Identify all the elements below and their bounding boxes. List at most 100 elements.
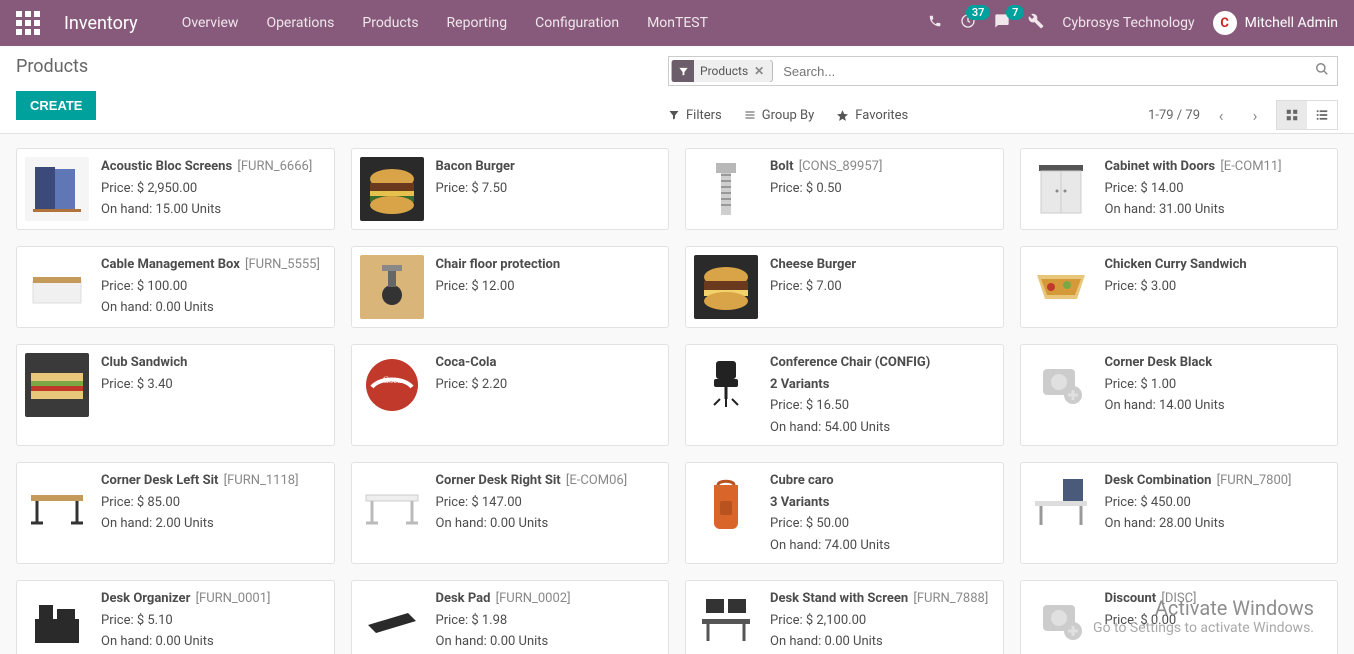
product-thumb [1029, 157, 1093, 221]
product-card[interactable]: Club SandwichPrice: $ 3.40 [16, 344, 335, 446]
product-price: Price: $ 100.00 [101, 277, 320, 297]
menu-reporting[interactable]: Reporting [447, 15, 508, 31]
debug-icon[interactable] [1028, 13, 1044, 33]
app-brand: Inventory [64, 13, 138, 34]
list-view-icon[interactable] [1307, 101, 1337, 129]
product-card[interactable]: Desk Organizer [FURN_0001]Price: $ 5.10O… [16, 580, 335, 654]
product-card[interactable]: Corner Desk BlackPrice: $ 1.00On hand: 1… [1020, 344, 1339, 446]
menu-montest[interactable]: MonTEST [647, 15, 708, 31]
company-name[interactable]: Cybrosys Technology [1062, 15, 1194, 31]
product-code: [FURN_1118] [224, 473, 299, 488]
product-code: [FURN_6666] [237, 159, 312, 174]
product-code: [FURN_0001] [196, 591, 271, 606]
product-thumb [360, 255, 424, 319]
product-thumb [360, 471, 424, 535]
pager-text: 1-79 / 79 [1148, 108, 1200, 123]
product-onhand: On hand: 0.00 Units [436, 632, 571, 652]
product-card[interactable]: Cabinet with Doors [E-COM11]Price: $ 14.… [1020, 148, 1339, 230]
product-card[interactable]: Discount [DISC]Price: $ 0.00 [1020, 580, 1339, 654]
search-input[interactable] [775, 57, 1307, 85]
product-thumb [25, 353, 89, 417]
menu-overview[interactable]: Overview [182, 15, 239, 31]
product-price: Price: $ 7.50 [436, 179, 515, 199]
product-card[interactable]: Chair floor protectionPrice: $ 12.00 [351, 246, 670, 328]
product-onhand: On hand: 74.00 Units [770, 536, 890, 556]
product-card[interactable]: Acoustic Bloc Screens [FURN_6666]Price: … [16, 148, 335, 230]
product-code: [FURN_7800] [1217, 473, 1292, 488]
activities-badge: 37 [966, 5, 991, 20]
search-icon[interactable] [1307, 62, 1337, 80]
product-name: Bacon Burger [436, 159, 515, 174]
product-card[interactable]: Desk Stand with Screen [FURN_7888]Price:… [685, 580, 1004, 654]
product-name: Desk Combination [1105, 473, 1212, 488]
pager-prev-icon[interactable]: ‹ [1208, 102, 1234, 128]
favorites-button[interactable]: Favorites [836, 108, 908, 123]
product-card[interactable]: Cheese BurgerPrice: $ 7.00 [685, 246, 1004, 328]
product-price: Price: $ 3.40 [101, 375, 187, 395]
page-title: Products [16, 56, 96, 77]
product-card[interactable]: Cubre caro 3 VariantsPrice: $ 50.00On han… [685, 462, 1004, 564]
product-card[interactable]: Corner Desk Right Sit [E-COM06]Price: $ … [351, 462, 670, 564]
menu-configuration[interactable]: Configuration [535, 15, 619, 31]
product-card[interactable]: Desk Combination [FURN_7800] Price: $ 450… [1020, 462, 1339, 564]
main-menu: Overview Operations Products Reporting C… [182, 15, 708, 31]
phone-icon[interactable] [928, 14, 942, 32]
messages-icon[interactable]: 7 [994, 13, 1010, 33]
product-thumb [694, 353, 758, 417]
product-price: Price: $ 2,100.00 [770, 611, 988, 631]
product-code: [E-COM11] [1220, 159, 1281, 174]
product-card[interactable]: Cable Management Box [FURN_5555]Price: $… [16, 246, 335, 328]
product-thumb [25, 589, 89, 653]
product-name: Cubre caro [770, 473, 834, 488]
product-thumb [1029, 471, 1093, 535]
product-name: Desk Pad [436, 591, 491, 606]
user-menu[interactable]: C Mitchell Admin [1213, 11, 1338, 35]
view-switcher [1276, 100, 1338, 130]
create-button[interactable]: CREATE [16, 91, 96, 120]
menu-products[interactable]: Products [362, 15, 418, 31]
product-onhand: On hand: 28.00 Units [1105, 514, 1292, 534]
control-bar: Products CREATE Products ✕ [0, 46, 1354, 134]
product-thumb [1029, 353, 1093, 417]
apps-icon[interactable] [16, 11, 40, 35]
groupby-button[interactable]: Group By [744, 108, 815, 123]
product-price: Price: $ 450.00 [1105, 493, 1292, 513]
product-name: Cabinet with Doors [1105, 159, 1216, 174]
product-card[interactable]: Bolt [CONS_89957]Price: $ 0.50 [685, 148, 1004, 230]
chip-remove-icon[interactable]: ✕ [754, 64, 764, 78]
product-thumb [25, 471, 89, 535]
product-name: Corner Desk Right Sit [436, 473, 561, 488]
chip-label: Products [700, 64, 748, 78]
menu-operations[interactable]: Operations [266, 15, 334, 31]
avatar: C [1213, 11, 1237, 35]
product-price: Price: $ 85.00 [101, 493, 299, 513]
product-card[interactable]: Desk Pad [FURN_0002]Price: $ 1.98On hand… [351, 580, 670, 654]
kanban-view-icon[interactable] [1277, 101, 1307, 129]
product-variants: 3 Variants [770, 493, 890, 513]
product-card[interactable]: Conference Chair (CONFIG)2 VariantsPrice… [685, 344, 1004, 446]
product-card[interactable]: Bacon Burger Price: $ 7.50 [351, 148, 670, 230]
product-card[interactable]: Corner Desk Left Sit [FURN_1118]Price: $… [16, 462, 335, 564]
product-price: Price: $ 16.50 [770, 396, 930, 416]
product-card[interactable]: CocaCoca-ColaPrice: $ 2.20 [351, 344, 670, 446]
user-name: Mitchell Admin [1245, 15, 1338, 31]
product-price: Price: $ 50.00 [770, 514, 890, 534]
product-variants: 2 Variants [770, 375, 930, 395]
product-name: Desk Stand with Screen [770, 591, 908, 606]
product-onhand: On hand: 0.00 Units [436, 514, 628, 534]
product-card[interactable]: Chicken Curry SandwichPrice: $ 3.00 [1020, 246, 1339, 328]
funnel-icon [672, 60, 694, 82]
product-onhand: On hand: 14.00 Units [1105, 396, 1225, 416]
product-name: Discount [1105, 591, 1157, 606]
activities-icon[interactable]: 37 [960, 13, 976, 33]
kanban-container[interactable]: Acoustic Bloc Screens [FURN_6666]Price: … [0, 134, 1354, 654]
product-price: Price: $ 12.00 [436, 277, 561, 297]
filters-button[interactable]: Filters [668, 108, 722, 123]
product-price: Price: $ 147.00 [436, 493, 628, 513]
product-thumb [694, 589, 758, 653]
product-thumb [1029, 255, 1093, 319]
pager-next-icon[interactable]: › [1242, 102, 1268, 128]
product-price: Price: $ 0.50 [770, 179, 882, 199]
search-bar: Products ✕ [668, 56, 1338, 86]
product-price: Price: $ 2.20 [436, 375, 508, 395]
